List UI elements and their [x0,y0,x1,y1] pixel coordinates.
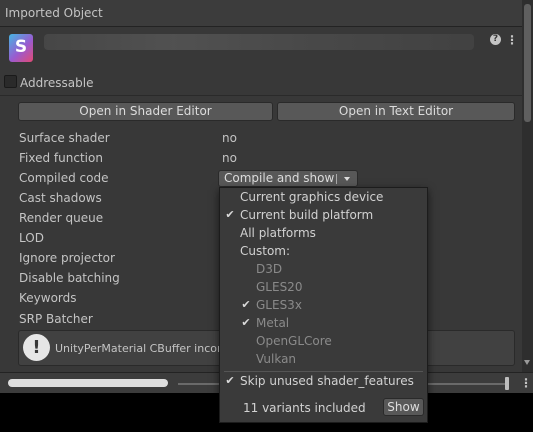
menu-item-custom[interactable]: Custom: [220,242,427,260]
header-title: Imported Object [5,6,103,20]
menu-item-label: Custom: [240,244,291,258]
preview-slider-handle[interactable] [505,377,509,390]
menu-item-gles20[interactable]: GLES20 [220,278,427,296]
help-icon[interactable]: ? [490,34,501,45]
variants-included-label: 11 variants included [243,401,366,415]
property-label-keywords: Keywords [19,291,77,305]
property-label-fixed-function: Fixed function [19,151,103,165]
menu-item-label: Current build platform [240,208,374,222]
kebab-menu-icon[interactable]: ⋮ [520,376,532,390]
preview-name-redacted [8,379,168,387]
menu-item-label: Skip unused shader_features [240,374,414,388]
shader-asset-icon: S [9,34,33,62]
checkmark-icon: ✔ [225,374,235,387]
menu-item-label: Current graphics device [240,190,384,204]
property-label-disable-batching: Disable batching [19,271,120,285]
menu-item-openglcore[interactable]: OpenGLCore [220,332,427,350]
menu-item-current-graphics-device[interactable]: Current graphics device [220,188,427,206]
property-label-srp-batcher: SRP Batcher [19,312,93,326]
menu-item-skip-unused-shader-features[interactable]: ✔ Skip unused shader_features [220,372,427,390]
dropdown-divider [336,174,337,184]
menu-item-label: GLES20 [256,280,303,294]
addressable-label: Addressable [20,76,94,90]
inspector-header: Imported Object [0,0,522,27]
scroll-down-arrow-icon[interactable] [524,360,530,365]
menu-item-label: Metal [256,316,290,330]
menu-item-label: All platforms [240,226,316,240]
asset-name-redacted [44,34,474,50]
menu-item-gles3x[interactable]: ✔ GLES3x [220,296,427,314]
addressable-checkbox[interactable] [4,75,17,88]
scrollbar-thumb[interactable] [524,4,531,122]
menu-item-all-platforms[interactable]: All platforms [220,224,427,242]
checkmark-icon: ✔ [225,208,235,221]
menu-item-d3d[interactable]: D3D [220,260,427,278]
menu-item-label: Vulkan [256,352,297,366]
property-label-compiled-code: Compiled code [19,171,109,185]
property-label-render-queue: Render queue [19,211,104,225]
property-label-ignore-projector: Ignore projector [19,251,115,265]
checkmark-icon: ✔ [241,298,251,311]
warning-text: UnityPerMaterial CBuffer inconsistent si… [55,342,235,355]
property-value-fixed-function: no [222,151,237,165]
compile-and-show-code-dropdown[interactable]: Compile and show code [218,170,358,200]
property-label-surface-shader: Surface shader [19,131,110,145]
menu-item-vulkan[interactable]: Vulkan [220,350,427,368]
menu-item-label: D3D [256,262,283,276]
menu-item-metal[interactable]: ✔ Metal [220,314,427,332]
warning-icon: ! [23,334,50,361]
menu-item-label: GLES3x [256,298,302,312]
vertical-scrollbar[interactable] [522,0,533,372]
compile-options-popup-menu: Current graphics device ✔ Current build … [219,187,428,423]
divider [0,95,522,96]
open-shader-editor-button[interactable]: Open in Shader Editor [18,102,273,121]
open-text-editor-button[interactable]: Open in Text Editor [277,102,515,121]
checkmark-icon: ✔ [241,316,251,329]
menu-item-current-build-platform[interactable]: ✔ Current build platform [220,206,427,224]
kebab-menu-icon[interactable]: ⋮ [506,33,518,47]
property-value-surface-shader: no [222,131,237,145]
property-label-lod: LOD [19,231,44,245]
chevron-down-icon[interactable] [344,177,350,181]
show-variants-button[interactable]: Show [383,398,424,416]
menu-item-label: OpenGLCore [256,334,332,348]
asset-icon-letter: S [14,37,28,57]
property-label-cast-shadows: Cast shadows [19,191,102,205]
